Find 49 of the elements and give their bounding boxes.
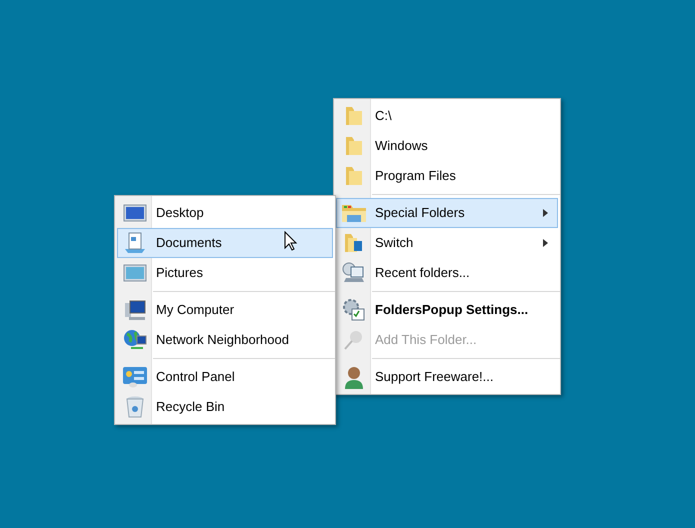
menu-item-label: Desktop bbox=[156, 204, 204, 222]
picture-icon bbox=[123, 263, 147, 283]
menu-item[interactable]: Special Folders bbox=[336, 198, 558, 228]
menu-item-label: Program Files bbox=[375, 167, 456, 186]
menu-item[interactable]: FoldersPopup Settings... bbox=[336, 295, 558, 325]
menu-item-label: Pictures bbox=[156, 264, 203, 282]
menu-item[interactable]: Pictures bbox=[117, 258, 333, 288]
menu-item-label: Add This Folder... bbox=[375, 331, 477, 350]
menu-item[interactable]: Program Files bbox=[336, 161, 558, 191]
folder-icon bbox=[343, 232, 365, 254]
menu-item-label: Recent folders... bbox=[375, 264, 470, 282]
person-icon bbox=[343, 365, 365, 389]
menu-item[interactable]: Support Freeware!... bbox=[336, 362, 558, 392]
folder-icon bbox=[341, 202, 367, 224]
submenu-arrow-icon bbox=[543, 239, 548, 247]
folder-icon bbox=[344, 165, 364, 187]
menu-item-label: My Computer bbox=[156, 301, 234, 320]
menu-item[interactable]: Recycle Bin bbox=[117, 392, 333, 422]
mouse-pointer-icon bbox=[284, 231, 298, 251]
recycle-bin-icon bbox=[125, 395, 145, 419]
network-icon bbox=[123, 328, 147, 352]
menu-item[interactable]: Documents bbox=[117, 228, 333, 258]
desktop-icon bbox=[123, 203, 147, 223]
menu-item[interactable]: Windows bbox=[336, 131, 558, 161]
menu-item[interactable]: Network Neighborhood bbox=[117, 325, 333, 355]
menu-item-label: C:\ bbox=[375, 107, 392, 126]
menu-item-label: Recycle Bin bbox=[156, 398, 225, 416]
menu-item-label: Control Panel bbox=[156, 368, 235, 386]
menu-item-label: Documents bbox=[156, 234, 222, 252]
folder-icon bbox=[344, 135, 364, 157]
menu-item-label: Support Freeware!... bbox=[375, 368, 494, 386]
menu-item-label: Network Neighborhood bbox=[156, 331, 289, 350]
menu-item[interactable]: Recent folders... bbox=[336, 258, 558, 288]
menu-item[interactable]: Desktop bbox=[117, 198, 333, 228]
menu-item[interactable]: My Computer bbox=[117, 295, 333, 325]
menu-item[interactable]: Switch bbox=[336, 228, 558, 258]
menu-item-label: FoldersPopup Settings... bbox=[375, 301, 528, 320]
menu-item-label: Special Folders bbox=[375, 204, 465, 222]
document-icon bbox=[123, 231, 147, 255]
menu-item[interactable]: C:\ bbox=[336, 101, 558, 131]
control-panel-icon bbox=[122, 366, 148, 388]
menu-item[interactable]: Control Panel bbox=[117, 362, 333, 392]
menu-item-label: Switch bbox=[375, 234, 414, 252]
menu-item-label: Windows bbox=[375, 137, 428, 156]
computer-icon bbox=[123, 299, 147, 321]
settings-icon bbox=[342, 298, 366, 322]
submenu-arrow-icon bbox=[543, 209, 548, 217]
computer-icon bbox=[342, 262, 366, 284]
folder-icon bbox=[344, 105, 364, 127]
